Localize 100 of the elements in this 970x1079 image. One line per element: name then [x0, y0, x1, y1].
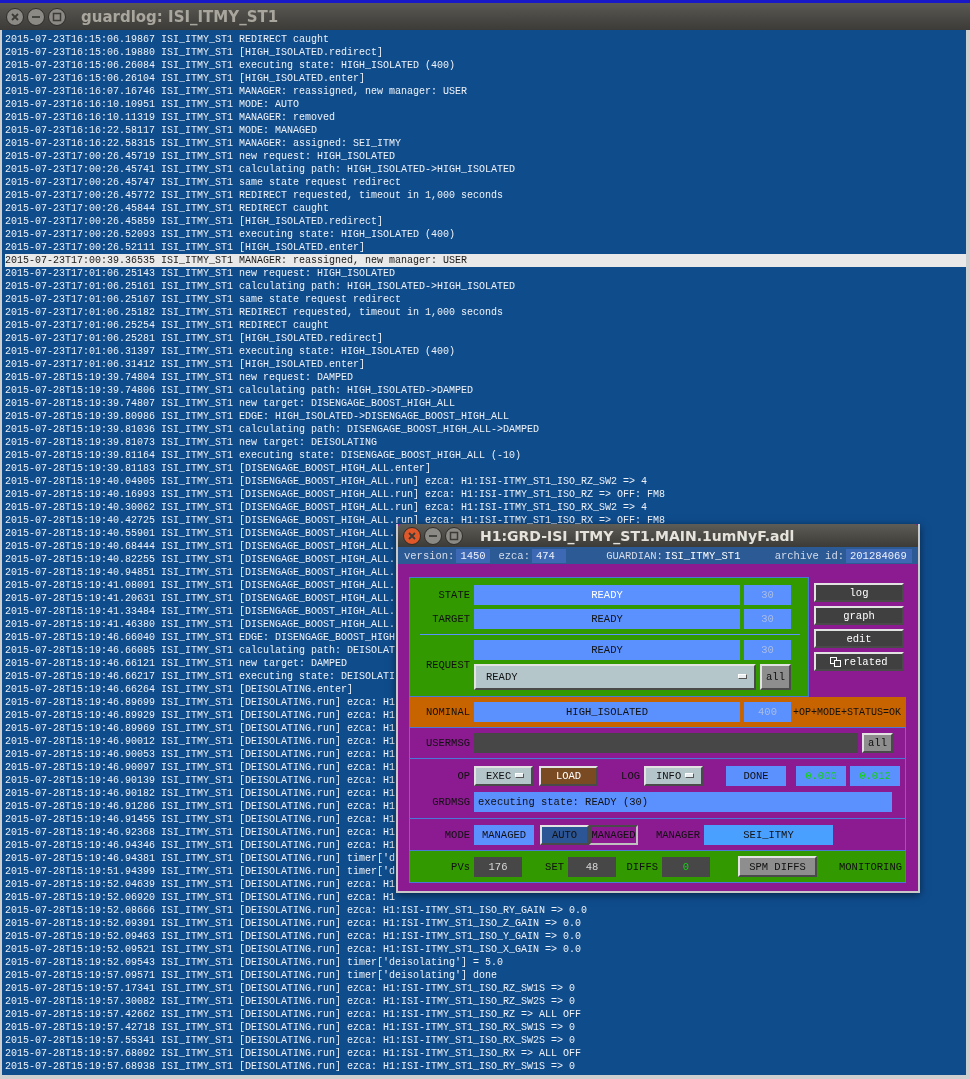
log-line[interactable]: 2015-07-28T15:19:57.68092 ISI_ITMY_ST1 [DEISOLATING.run] ezca: H1:ISI-ITMY_ST1_ISO_RX => ALL OFF: [5, 1047, 582, 1060]
log-line[interactable]: 2015-07-28T15:19:52.09521 ISI_ITMY_ST1 [DEISOLATING.run] ezca: H1:ISI-ITMY_ST1_ISO_X_GAIN => 0.0: [5, 943, 582, 956]
log-line[interactable]: 2015-07-28T15:19:40.30062 ISI_ITMY_ST1 [DISENGAGE_BOOST_HIGH_ALL.run] ezca: H1:ISI-ITMY_ST1_ISO_RX_SW2 => 4: [5, 501, 648, 514]
log-line[interactable]: 2015-07-28T15:19:46.90012 ISI_ITMY_ST1 [DEISOLATING.run] ezca: H1: [5, 735, 396, 748]
close-icon[interactable]: [6, 7, 24, 26]
set-value: 48: [568, 856, 616, 877]
log-line[interactable]: 2015-07-28T15:19:39.74806 ISI_ITMY_ST1 calculating path: HIGH_ISOLATED->DAMPED: [5, 384, 474, 397]
log-line[interactable]: 2015-07-28T15:19:46.94381 ISI_ITMY_ST1 [DEISOLATING.run] timer['d: [5, 852, 396, 865]
log-line[interactable]: 2015-07-28T15:19:46.66040 ISI_ITMY_ST1 EDGE: DISENGAGE_BOOST_HIGH: [5, 631, 396, 644]
log-line[interactable]: 2015-07-28T15:19:46.91455 ISI_ITMY_ST1 [DEISOLATING.run] ezca: H1: [5, 813, 396, 826]
log-line[interactable]: 2015-07-23T17:00:26.45844 ISI_ITMY_ST1 REDIRECT caught: [5, 202, 330, 215]
log-line[interactable]: 2015-07-23T16:16:10.10951 ISI_ITMY_ST1 MODE: AUTO: [5, 98, 300, 111]
request-dropdown[interactable]: READY: [474, 664, 756, 690]
log-line[interactable]: 2015-07-23T17:00:26.45741 ISI_ITMY_ST1 calculating path: HIGH_ISOLATED->HIGH_ISOLATED: [5, 163, 516, 176]
log-line[interactable]: 2015-07-28T15:19:39.74807 ISI_ITMY_ST1 new target: DISENGAGE_BOOST_HIGH_ALL: [5, 397, 456, 410]
log-line[interactable]: 2015-07-23T16:16:22.58315 ISI_ITMY_ST1 MANAGER: assigned: SEI_ITMY: [5, 137, 402, 150]
log-line[interactable]: 2015-07-28T15:19:39.81036 ISI_ITMY_ST1 calculating path: DISENGAGE_BOOST_HIGH_ALL->DAMPED: [5, 423, 540, 436]
log-line[interactable]: 2015-07-28T15:19:46.94346 ISI_ITMY_ST1 [DEISOLATING.run] ezca: H1: [5, 839, 396, 852]
log-line[interactable]: 2015-07-23T17:00:26.45719 ISI_ITMY_ST1 new request: HIGH_ISOLATED: [5, 150, 396, 163]
log-line[interactable]: 2015-07-23T16:15:06.19867 ISI_ITMY_ST1 REDIRECT caught: [5, 33, 330, 46]
log-line[interactable]: 2015-07-23T17:00:26.52111 ISI_ITMY_ST1 [HIGH_ISOLATED.enter]: [5, 241, 366, 254]
log-line[interactable]: 2015-07-28T15:19:40.42725 ISI_ITMY_ST1 [DISENGAGE_BOOST_HIGH_ALL.run] ezca: H1:ISI-ITMY_ST1_ISO_RX => OFF: FM8: [5, 514, 666, 527]
log-line[interactable]: 2015-07-28T15:19:52.09391 ISI_ITMY_ST1 [DEISOLATING.run] ezca: H1:ISI-ITMY_ST1_ISO_Z_GAIN => 0.0: [5, 917, 582, 930]
log-line[interactable]: 2015-07-23T17:01:06.25161 ISI_ITMY_ST1 calculating path: HIGH_ISOLATED->HIGH_ISOLATED: [5, 280, 516, 293]
log-line[interactable]: 2015-07-23T16:15:06.26104 ISI_ITMY_ST1 [HIGH_ISOLATED.enter]: [5, 72, 366, 85]
load-button[interactable]: LOAD: [539, 765, 598, 786]
log-line[interactable]: 2015-07-23T16:16:22.58117 ISI_ITMY_ST1 MODE: MANAGED: [5, 124, 318, 137]
log-line[interactable]: 2015-07-28T15:19:40.82255 ISI_ITMY_ST1 [DISENGAGE_BOOST_HIGH_ALL.: [5, 553, 396, 566]
log-line[interactable]: 2015-07-28T15:19:46.89929 ISI_ITMY_ST1 [DEISOLATING.run] ezca: H1: [5, 709, 396, 722]
log-line[interactable]: 2015-07-28T15:19:46.66264 ISI_ITMY_ST1 [DEISOLATING.enter]: [5, 683, 354, 696]
log-line[interactable]: 2015-07-28T15:19:57.09571 ISI_ITMY_ST1 [DEISOLATING.run] timer['deisolating'] done: [5, 969, 498, 982]
log-line[interactable]: 2015-07-28T15:19:40.94851 ISI_ITMY_ST1 [DISENGAGE_BOOST_HIGH_ALL.: [5, 566, 396, 579]
request-code: 30: [744, 640, 791, 660]
log-line[interactable]: 2015-07-28T15:19:52.04639 ISI_ITMY_ST1 [DEISOLATING.run] ezca: H1: [5, 878, 396, 891]
menu-indicator-icon: [738, 674, 747, 679]
log-line[interactable]: 2015-07-28T15:19:51.94399 ISI_ITMY_ST1 [DEISOLATING.run] timer['d: [5, 865, 396, 878]
log-line[interactable]: 2015-07-28T15:19:46.66085 ISI_ITMY_ST1 calculating path: DEISOLAT: [5, 644, 396, 657]
log-line[interactable]: 2015-07-23T16:16:07.16746 ISI_ITMY_ST1 MANAGER: reassigned, new manager: USER: [5, 85, 468, 98]
log-line[interactable]: 2015-07-23T16:15:06.19880 ISI_ITMY_ST1 [HIGH_ISOLATED.redirect]: [5, 46, 384, 59]
log-line[interactable]: 2015-07-28T15:19:46.89699 ISI_ITMY_ST1 [DEISOLATING.run] ezca: H1: [5, 696, 396, 709]
log-line[interactable]: 2015-07-28T15:19:46.91286 ISI_ITMY_ST1 [DEISOLATING.run] ezca: H1: [5, 800, 396, 813]
log-line[interactable]: 2015-07-28T15:19:40.04905 ISI_ITMY_ST1 [DISENGAGE_BOOST_HIGH_ALL.run] ezca: H1:ISI-ITMY_ST1_ISO_RZ_SW2 => 4: [5, 475, 648, 488]
log-line[interactable]: 2015-07-28T15:19:41.20631 ISI_ITMY_ST1 [DISENGAGE_BOOST_HIGH_ALL.: [5, 592, 396, 605]
spm-diffs-button[interactable]: SPM DIFFS: [738, 856, 817, 877]
log-line[interactable]: 2015-07-28T15:19:57.17341 ISI_ITMY_ST1 [DEISOLATING.run] ezca: H1:ISI-ITMY_ST1_ISO_RZ_SW1S => 0: [5, 982, 576, 995]
log-line[interactable]: 2015-07-28T15:19:46.90139 ISI_ITMY_ST1 [DEISOLATING.run] ezca: H1: [5, 774, 396, 787]
log-line[interactable]: 2015-07-23T17:01:06.31397 ISI_ITMY_ST1 executing state: HIGH_ISOLATED (400): [5, 345, 456, 358]
log-line[interactable]: 2015-07-23T17:00:26.45747 ISI_ITMY_ST1 same state request redirect: [5, 176, 402, 189]
log-line[interactable]: 2015-07-28T15:19:41.08091 ISI_ITMY_ST1 [DISENGAGE_BOOST_HIGH_ALL.: [5, 579, 396, 592]
related-button[interactable]: related: [814, 652, 904, 671]
menu-indicator-icon: [685, 772, 694, 778]
log-line[interactable]: 2015-07-23T17:00:26.45859 ISI_ITMY_ST1 [HIGH_ISOLATED.redirect]: [5, 215, 384, 228]
log-line[interactable]: 2015-07-28T15:19:52.06920 ISI_ITMY_ST1 [DEISOLATING.run] ezca: H1: [5, 891, 396, 904]
log-line[interactable]: 2015-07-28T15:19:40.68444 ISI_ITMY_ST1 [DISENGAGE_BOOST_HIGH_ALL.: [5, 540, 396, 553]
log-line[interactable]: 2015-07-28T15:19:46.92368 ISI_ITMY_ST1 [DEISOLATING.run] ezca: H1: [5, 826, 396, 839]
log-line[interactable]: 2015-07-28T15:19:39.81073 ISI_ITMY_ST1 new target: DEISOLATING: [5, 436, 378, 449]
log-line[interactable]: 2015-07-28T15:19:40.55901 ISI_ITMY_ST1 [DISENGAGE_BOOST_HIGH_ALL.: [5, 527, 396, 540]
panel-button[interactable]: edit: [814, 629, 904, 648]
all-button[interactable]: all: [760, 664, 791, 690]
log-line[interactable]: 2015-07-28T15:19:39.81183 ISI_ITMY_ST1 [DISENGAGE_BOOST_HIGH_ALL.enter]: [5, 462, 432, 475]
log-line[interactable]: 2015-07-23T17:01:06.31412 ISI_ITMY_ST1 [HIGH_ISOLATED.enter]: [5, 358, 366, 371]
log-line[interactable]: 2015-07-23T17:00:26.45772 ISI_ITMY_ST1 REDIRECT requested, timeout in 1,000 seconds: [5, 189, 504, 202]
log-line[interactable]: 2015-07-28T15:19:57.42662 ISI_ITMY_ST1 [DEISOLATING.run] ezca: H1:ISI-ITMY_ST1_ISO_RZ => ALL OFF: [5, 1008, 582, 1021]
log-line[interactable]: 2015-07-28T15:19:46.90097 ISI_ITMY_ST1 [DEISOLATING.run] ezca: H1: [5, 761, 396, 774]
all-button[interactable]: all: [862, 733, 893, 753]
log-line[interactable]: 2015-07-28T15:19:52.08666 ISI_ITMY_ST1 [DEISOLATING.run] ezca: H1:ISI-ITMY_ST1_ISO_RY_GAIN => 0.0: [5, 904, 588, 917]
close-icon[interactable]: [403, 526, 421, 545]
log-line[interactable]: 2015-07-28T15:19:39.74804 ISI_ITMY_ST1 new request: DAMPED: [5, 371, 354, 384]
log-line[interactable]: 2015-07-23T16:16:10.11319 ISI_ITMY_ST1 MANAGER: removed: [5, 111, 336, 124]
log-line[interactable]: 2015-07-28T15:19:46.90053 ISI_ITMY_ST1 [DEISOLATING.run] ezca: H1: [5, 748, 396, 761]
log-line[interactable]: 2015-07-28T15:19:52.09543 ISI_ITMY_ST1 [DEISOLATING.run] timer['deisolating'] = 5.0: [5, 956, 504, 969]
log-line[interactable]: 2015-07-28T15:19:46.66217 ISI_ITMY_ST1 executing state: DEISOLATI: [5, 670, 396, 683]
log-line[interactable]: 2015-07-28T15:19:41.33484 ISI_ITMY_ST1 [DISENGAGE_BOOST_HIGH_ALL.: [5, 605, 396, 618]
log-level-dropdown[interactable]: INFO: [644, 765, 703, 786]
log-line[interactable]: 2015-07-28T15:19:40.16993 ISI_ITMY_ST1 [DISENGAGE_BOOST_HIGH_ALL.run] ezca: H1:ISI-ITMY_ST1_ISO_RZ => OFF: FM8: [5, 488, 666, 501]
minimize-icon[interactable]: [27, 7, 45, 26]
log-line[interactable]: 2015-07-28T15:19:46.66121 ISI_ITMY_ST1 new target: DAMPED: [5, 657, 348, 670]
log-line[interactable]: 2015-07-23T17:01:06.25254 ISI_ITMY_ST1 REDIRECT caught: [5, 319, 330, 332]
log-line[interactable]: 2015-07-28T15:19:57.30082 ISI_ITMY_ST1 [DEISOLATING.run] ezca: H1:ISI-ITMY_ST1_ISO_RZ_SW2S => 0: [5, 995, 576, 1008]
log-line[interactable]: 2015-07-28T15:19:57.68938 ISI_ITMY_ST1 [DEISOLATING.run] ezca: H1:ISI-ITMY_ST1_ISO_RY_SW1S => 0: [5, 1060, 576, 1073]
log-line[interactable]: 2015-07-28T15:19:57.55341 ISI_ITMY_ST1 [DEISOLATING.run] ezca: H1:ISI-ITMY_ST1_ISO_RX_SW2S => 0: [5, 1034, 576, 1047]
maximize-icon[interactable]: [48, 7, 66, 26]
log-line[interactable]: 2015-07-28T15:19:39.81164 ISI_ITMY_ST1 executing state: DISENGAGE_BOOST_HIGH_ALL (-10): [5, 449, 522, 462]
log-line[interactable]: 2015-07-28T15:19:52.09463 ISI_ITMY_ST1 [DEISOLATING.run] ezca: H1:ISI-ITMY_ST1_ISO_Y_GAIN => 0.0: [5, 930, 582, 943]
panel-button[interactable]: graph: [814, 606, 904, 625]
log-line[interactable]: 2015-07-28T15:19:41.46380 ISI_ITMY_ST1 [DISENGAGE_BOOST_HIGH_ALL.: [5, 618, 396, 631]
log-line[interactable]: 2015-07-28T15:19:39.80986 ISI_ITMY_ST1 EDGE: HIGH_ISOLATED->DISENGAGE_BOOST_HIGH_ALL: [5, 410, 510, 423]
op-dropdown[interactable]: EXEC: [474, 765, 533, 786]
log-line[interactable]: 2015-07-28T15:19:46.89969 ISI_ITMY_ST1 [DEISOLATING.run] ezca: H1: [5, 722, 396, 735]
log-line[interactable]: 2015-07-28T15:19:57.42718 ISI_ITMY_ST1 [DEISOLATING.run] ezca: H1:ISI-ITMY_ST1_ISO_RX_SW1S => 0: [5, 1021, 576, 1034]
log-line[interactable]: 2015-07-23T17:01:06.25281 ISI_ITMY_ST1 [HIGH_ISOLATED.redirect]: [5, 332, 384, 345]
minimize-icon[interactable]: [424, 526, 442, 545]
maximize-icon[interactable]: [445, 526, 463, 545]
log-line[interactable]: 2015-07-23T17:00:26.52093 ISI_ITMY_ST1 executing state: HIGH_ISOLATED (400): [5, 228, 456, 241]
log-line[interactable]: 2015-07-23T17:01:06.25143 ISI_ITMY_ST1 new request: HIGH_ISOLATED: [5, 267, 396, 280]
log-line[interactable]: 2015-07-23T17:01:06.25167 ISI_ITMY_ST1 same state request redirect: [5, 293, 402, 306]
log-line[interactable]: 2015-07-23T17:01:06.25182 ISI_ITMY_ST1 REDIRECT requested, timeout in 1,000 seconds: [5, 306, 504, 319]
log-line[interactable]: 2015-07-23T16:15:06.26084 ISI_ITMY_ST1 executing state: HIGH_ISOLATED (400): [5, 59, 456, 72]
panel-button[interactable]: log: [814, 583, 904, 602]
log-line[interactable]: 2015-07-28T15:19:46.90182 ISI_ITMY_ST1 [DEISOLATING.run] ezca: H1: [5, 787, 396, 800]
